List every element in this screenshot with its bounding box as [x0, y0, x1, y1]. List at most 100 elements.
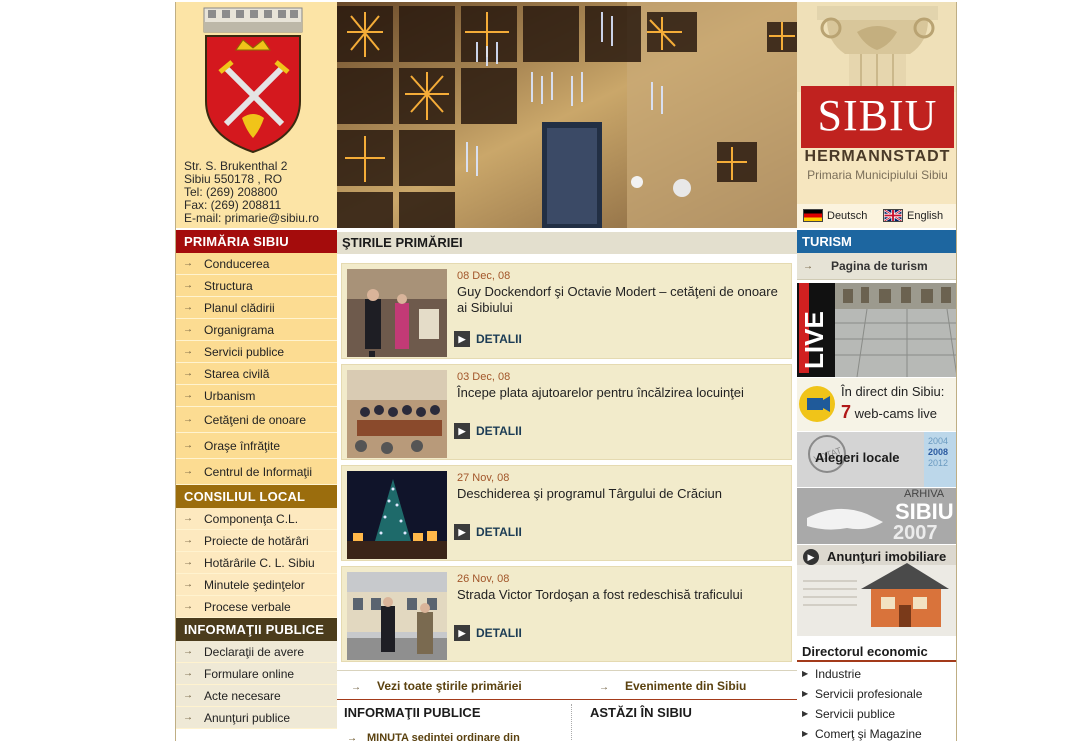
year-2012: 2012	[928, 458, 949, 468]
dir-item-servicii-profesionale[interactable]: ▶ Servicii profesionale	[797, 684, 956, 704]
nav-item-label: Servicii publice	[204, 345, 285, 359]
news-photo-christmas-tree[interactable]	[347, 471, 447, 559]
header-contact-panel: Str. S. Brukenthal 2 Sibiu 550178 , RO T…	[176, 2, 337, 228]
arrow-right-icon: →	[183, 557, 193, 568]
bullet-icon: ▶	[802, 729, 809, 738]
webcam-banner[interactable]: În direct din Sibiu: 7 web-cams live	[797, 377, 956, 431]
coat-of-arms-icon[interactable]	[198, 6, 308, 156]
webcam-line2: 7 web-cams live	[841, 402, 937, 423]
municipality-label: Primaria Municipiului Sibiu	[807, 168, 948, 182]
arhiva-2007-banner[interactable]: ARHIVA SIBIU 2007	[797, 487, 956, 544]
news-details-link[interactable]: ▶ DETALII	[454, 423, 522, 439]
alegeri-locale-banner[interactable]: VOTAT Alegeri locale 2004 2008 2012	[797, 431, 956, 487]
news-title[interactable]: Guy Dockendorf şi Octavie Modert – cetăţ…	[457, 284, 787, 316]
nav-item-declaratii-avere[interactable]: → Declaraţii de avere	[176, 641, 337, 663]
details-label: DETALII	[476, 424, 522, 438]
nav-item-procese-verbale[interactable]: → Procese verbale	[176, 596, 337, 618]
nav-item-label: Starea civilă	[204, 367, 270, 381]
arrow-right-icon: →	[183, 390, 193, 401]
nav-item-label: Organigrama	[204, 323, 275, 337]
dir-item-industrie[interactable]: ▶ Industrie	[797, 664, 956, 684]
nav-item-label: Componenţa C.L.	[204, 512, 299, 526]
election-years: 2004 2008 2012	[928, 436, 948, 469]
turism-page-link[interactable]: → Pagina de turism	[797, 253, 956, 280]
nav-item-planul-cladirii[interactable]: → Planul clădirii	[176, 297, 337, 319]
sibiu-logo[interactable]: SIBIU	[801, 86, 954, 148]
news-details-link[interactable]: ▶ DETALII	[454, 331, 522, 347]
nav-item-proiecte-hotarari[interactable]: → Proiecte de hotărâri	[176, 530, 337, 552]
news-item: 08 Dec, 08 Guy Dockendorf şi Octavie Mod…	[341, 263, 792, 359]
anunturi-imobiliare-banner[interactable]: Anunţuri imobiliare ▶	[797, 544, 956, 636]
nav-item-conducerea[interactable]: → Conducerea	[176, 253, 337, 275]
arrow-right-icon: →	[183, 712, 193, 723]
directorul-economic-title: Directorul economic	[797, 642, 956, 662]
year-2004: 2004	[928, 436, 949, 446]
webcam-line1: În direct din Sibiu:	[841, 384, 945, 399]
nav-section-consiliul-title: CONSILIUL LOCAL	[176, 485, 337, 508]
nav-item-orase-infratite[interactable]: → Oraşe înfrăţite	[176, 433, 337, 459]
turism-page-label: Pagina de turism	[831, 259, 928, 273]
lang-deutsch-label: Deutsch	[827, 209, 868, 222]
arrow-right-icon: →	[351, 682, 361, 693]
nav-item-cetateni-de-onoare[interactable]: → Cetăţeni de onoare	[176, 407, 337, 433]
play-arrow-icon: ▶	[454, 331, 470, 347]
sibiu-logo-text: SIBIU	[817, 91, 938, 140]
live-square-image: LIVE	[797, 283, 956, 377]
dir-item-servicii-publice[interactable]: ▶ Servicii publice	[797, 704, 956, 724]
news-title[interactable]: Începe plata ajutoarelor pentru încălzir…	[457, 385, 787, 401]
nav-item-formulare-online[interactable]: → Formulare online	[176, 663, 337, 685]
news-photo-street[interactable]	[347, 572, 447, 660]
webcam-line2-label: web-cams live	[854, 406, 937, 421]
events-link[interactable]: → Evenimente din Sibiu	[599, 679, 746, 693]
events-label: Evenimente din Sibiu	[625, 679, 747, 693]
nav-item-label: Hotărârile C. L. Sibiu	[204, 556, 315, 570]
news-details-link[interactable]: ▶ DETALII	[454, 524, 522, 540]
info-publice-title: INFORMAŢII PUBLICE	[344, 705, 481, 720]
arrow-right-icon: →	[183, 668, 193, 679]
nav-item-servicii-publice[interactable]: → Servicii publice	[176, 341, 337, 363]
page-container: Str. S. Brukenthal 2 Sibiu 550178 , RO T…	[175, 2, 957, 741]
nav-item-acte-necesare[interactable]: → Acte necesare	[176, 685, 337, 707]
minuta-link[interactable]: → MINUTA ședinței ordinare din	[347, 732, 520, 741]
news-item: 26 Nov, 08 Strada Victor Tordoşan a fost…	[341, 566, 792, 662]
bullet-icon: ▶	[802, 709, 809, 718]
lang-english[interactable]: English	[883, 209, 943, 222]
arrow-right-icon: →	[183, 302, 193, 313]
nav-item-structura[interactable]: → Structura	[176, 275, 337, 297]
nav-item-anunturi-publice[interactable]: → Anunţuri publice	[176, 707, 337, 729]
nav-section-informatii-title: INFORMAŢII PUBLICE	[176, 618, 337, 641]
news-title[interactable]: Strada Victor Tordoşan a fost redeschisă…	[457, 587, 787, 603]
nav-item-organigrama[interactable]: → Organigrama	[176, 319, 337, 341]
lang-english-label: English	[907, 209, 944, 222]
news-date: 08 Dec, 08	[457, 270, 511, 282]
play-arrow-icon: ▶	[454, 625, 470, 641]
nav-item-componenta-cl[interactable]: → Componenţa C.L.	[176, 508, 337, 530]
nav-item-label: Procese verbale	[204, 600, 291, 614]
nav-item-label: Formulare online	[204, 667, 295, 681]
news-date: 27 Nov, 08	[457, 472, 510, 484]
nav-item-label: Minutele şedinţelor	[204, 578, 305, 592]
news-item: 27 Nov, 08 Deschiderea şi programul Târg…	[341, 465, 792, 561]
nav-item-minutele-sedintelor[interactable]: → Minutele şedinţelor	[176, 574, 337, 596]
news-details-link[interactable]: ▶ DETALII	[454, 625, 522, 641]
contact-address: Str. S. Brukenthal 2 Sibiu 550178 , RO T…	[184, 160, 319, 225]
news-date: 26 Nov, 08	[457, 573, 510, 585]
nav-item-hotararile-cl[interactable]: → Hotărârile C. L. Sibiu	[176, 552, 337, 574]
turism-title: TURISM	[797, 230, 956, 253]
nav-item-starea-civila[interactable]: → Starea civilă	[176, 363, 337, 385]
live-webcam-banner[interactable]: LIVE	[797, 283, 956, 377]
nav-item-centrul-de-informatii[interactable]: → Centrul de Informaţii	[176, 459, 337, 485]
nav-item-urbanism[interactable]: → Urbanism	[176, 385, 337, 407]
corinthian-column-icon	[797, 2, 956, 92]
arrow-right-icon: →	[183, 646, 193, 657]
address-email[interactable]: E-mail: primarie@sibiu.ro	[184, 212, 319, 225]
lang-deutsch[interactable]: Deutsch	[803, 209, 867, 222]
news-title[interactable]: Deschiderea şi programul Târgului de Cră…	[457, 486, 787, 502]
dir-item-comert-magazine[interactable]: ▶ Comerţ şi Magazine	[797, 724, 956, 741]
nav-section-primaria-title: PRIMĂRIA SIBIU	[176, 230, 337, 253]
dir-item-label: Industrie	[815, 667, 862, 681]
news-photo-ceremony[interactable]	[347, 269, 447, 357]
webcam-count: 7	[841, 402, 852, 422]
all-news-link[interactable]: → Vezi toate ştirile primăriei	[351, 679, 522, 693]
news-photo-meeting[interactable]	[347, 370, 447, 458]
